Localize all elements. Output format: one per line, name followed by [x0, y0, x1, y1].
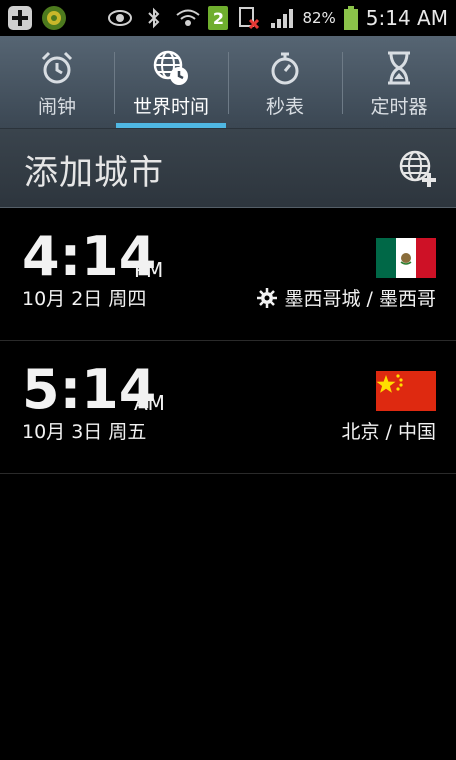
add-globe-icon[interactable]	[398, 148, 438, 188]
clock-city-name: 墨西哥城 / 墨西哥	[284, 288, 436, 310]
alarm-clock-icon	[41, 51, 73, 84]
dst-icon	[256, 287, 277, 308]
stopwatch-icon	[271, 52, 299, 85]
tab-label: 定时器	[370, 96, 428, 118]
signal-icon	[268, 4, 296, 32]
sim-badge: 2	[208, 6, 229, 30]
tab-label: 秒表	[265, 96, 304, 118]
china-flag-icon	[376, 371, 436, 411]
tab-label: 世界时间	[132, 96, 209, 118]
eye-icon	[106, 4, 134, 32]
tab-alarm[interactable]: 闹钟	[0, 36, 114, 128]
clock-date: 10月 3日 周五	[22, 421, 147, 443]
add-notification-icon	[6, 4, 34, 32]
tab-stopwatch[interactable]: 秒表	[228, 36, 342, 128]
clock-ampm: AM	[134, 391, 165, 415]
world-clock-item[interactable]: 4:14 PM 10月 2日 周四 墨西哥城 / 墨西哥	[0, 208, 456, 341]
battery-icon	[342, 4, 360, 32]
tab-world-clock[interactable]: 世界时间	[114, 36, 228, 128]
clock-city-name: 北京 / 中国	[341, 421, 436, 443]
tab-bar: 闹钟 世界时间 秒表 定时器	[0, 36, 456, 129]
tab-timer[interactable]: 定时器	[342, 36, 456, 128]
clock-ampm: PM	[134, 258, 164, 282]
world-clock-icon	[153, 50, 188, 85]
status-bar: 2 82% 5:14 AM	[0, 0, 456, 36]
world-clock-item[interactable]: 5:14 AM 10月 3日 周五 北京 / 中国	[0, 341, 456, 474]
add-city-header[interactable]: 添加城市	[0, 129, 456, 208]
clock-city: 北京 / 中国	[342, 417, 436, 444]
app-notification-icon	[40, 4, 68, 32]
mexico-flag-icon	[376, 238, 436, 278]
sim-card-icon	[234, 4, 262, 32]
battery-percent: 82%	[302, 9, 336, 27]
clock-text: 5:14 AM	[365, 6, 448, 30]
bluetooth-icon	[140, 4, 168, 32]
hourglass-icon	[388, 51, 410, 85]
clock-date: 10月 2日 周四	[22, 288, 147, 310]
add-city-title: 添加城市	[24, 153, 164, 193]
clock-city: 墨西哥城 / 墨西哥	[256, 284, 436, 311]
wifi-icon	[174, 4, 202, 32]
tab-label: 闹钟	[37, 96, 76, 118]
